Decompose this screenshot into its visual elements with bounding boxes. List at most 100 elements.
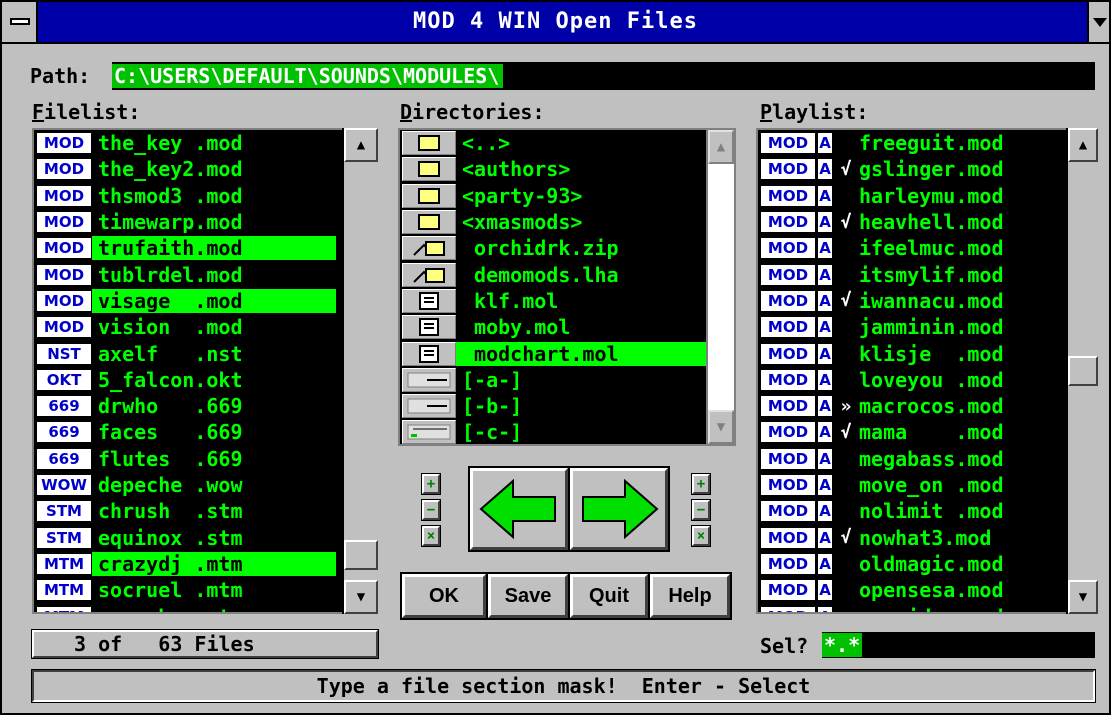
playlist-item[interactable]: MOD Aitsmylif.mod <box>758 262 1004 288</box>
add-right-button[interactable]: + <box>691 473 711 495</box>
path-field[interactable]: C:\USERS\DEFAULT\SOUNDS\MODULES\ <box>112 62 1095 90</box>
flag-badge: A <box>817 500 833 523</box>
file-list-item[interactable]: STM equinox .stm <box>34 525 243 551</box>
file-list-scroll-up-button[interactable]: ▲ <box>344 128 378 162</box>
minus-right-button[interactable]: − <box>691 499 711 521</box>
arrow-up-icon: ▲ <box>356 137 366 153</box>
playlist-item[interactable]: MOD Afreeguit.mod <box>758 130 1004 156</box>
file-type-badge: MOD <box>36 237 92 260</box>
playlist[interactable]: MOD Afreeguit.mod MOD A √ gslinger.mod MOD Ahar… <box>756 128 1068 614</box>
file-list-item[interactable]: MTMswesober.mtm <box>34 603 243 612</box>
playlist-scroll-thumb[interactable] <box>1068 356 1098 386</box>
help-button[interactable]: Help <box>648 572 732 620</box>
flag-badge: A <box>817 289 833 312</box>
directory-list-item[interactable]: [-a-] <box>400 367 522 393</box>
flag-badge: A <box>817 184 833 207</box>
playlist-item[interactable]: MOD A √ heavhell.mod <box>758 209 1004 235</box>
playlist-item[interactable]: MOD Aklisje .mod <box>758 340 1004 366</box>
flag-badge: A <box>817 316 833 339</box>
title-bar[interactable]: MOD 4 WIN Open Files <box>2 2 1109 44</box>
file-list-item[interactable]: MOD the_key2.mod <box>34 156 243 182</box>
file-name: 5_falcon.okt <box>98 367 243 392</box>
playlist-item[interactable]: MODAposeidon.mod <box>758 603 1004 612</box>
directories-label-text: irectories: <box>412 100 545 124</box>
file-type-badge: MTM <box>36 605 92 612</box>
directory-list-item[interactable]: <xmasmods> <box>400 209 582 235</box>
file-list-item[interactable]: MOD timewarp.mod <box>34 209 243 235</box>
file-list-item[interactable]: MOD vision .mod <box>34 314 243 340</box>
playlist-scrollbar[interactable]: ▲ ▼ <box>1066 128 1098 614</box>
playlist-item[interactable]: MOD Ajamminin.mod <box>758 314 1004 340</box>
file-list-item[interactable]: MOD trufaith.mod <box>34 235 336 261</box>
playlist-scroll-up-button[interactable]: ▲ <box>1068 128 1098 162</box>
directory-list-item[interactable]: moby.mol <box>400 314 570 340</box>
file-list-item[interactable]: MTM socruel .mtm <box>34 577 243 603</box>
directory-list-item[interactable]: orchidrk.zip <box>400 235 619 261</box>
directory-scroll-down-button[interactable]: ▼ <box>708 410 734 444</box>
directory-list-item[interactable]: [-c-] <box>400 419 522 444</box>
playlist-item[interactable]: MOD Amove_on .mod <box>758 472 1004 498</box>
playlist-item[interactable]: MOD Aopensesa.mod <box>758 577 1004 603</box>
playlist-item[interactable]: MOD Aoldmagic.mod <box>758 551 1004 577</box>
path-label: Path: <box>30 64 91 88</box>
directory-list-item[interactable]: <authors> <box>400 156 570 182</box>
directory-scroll-up-button[interactable]: ▲ <box>708 130 734 164</box>
playlist-item[interactable]: MOD Amegabass.mod <box>758 446 1004 472</box>
arrow-up-icon: ▲ <box>716 139 726 155</box>
playlist-item[interactable]: MOD Anolimit .mod <box>758 498 1004 524</box>
file-name: the_key .mod <box>98 131 243 156</box>
file-list-scrollbar[interactable]: ▲ ▼ <box>342 128 378 614</box>
minus-left-button[interactable]: − <box>421 499 441 521</box>
file-list-scroll-down-button[interactable]: ▼ <box>344 580 378 614</box>
directory-list-scrollbar[interactable]: ▲ ▼ <box>706 128 736 446</box>
file-name: heavhell.mod <box>859 210 1004 235</box>
file-type-badge: MOD <box>760 579 816 602</box>
file-list-item[interactable]: MTM crazydj .mtm <box>34 551 336 577</box>
quit-button[interactable]: Quit <box>568 572 650 620</box>
file-list-item[interactable]: MOD tublrdel.mod <box>34 262 243 288</box>
playlist-item[interactable]: MOD A √ gslinger.mod <box>758 156 1004 182</box>
minus-icon: − <box>426 502 436 518</box>
file-list[interactable]: MOD the_key .mod MOD the_key2.mod MOD thsmod3… <box>32 128 344 614</box>
file-list-item[interactable]: 669 faces .669 <box>34 419 243 445</box>
file-list-item[interactable]: MOD the_key .mod <box>34 130 243 156</box>
file-list-item[interactable]: STM chrush .stm <box>34 498 243 524</box>
playlist-item[interactable]: MOD A » macrocos.mod <box>758 393 1004 419</box>
file-list-scroll-thumb[interactable] <box>344 540 378 570</box>
directory-list-item[interactable]: <party-93> <box>400 183 582 209</box>
file-list-item[interactable]: OKT 5_falcon.okt <box>34 367 243 393</box>
folder-icon <box>402 131 456 156</box>
add-left-button[interactable]: + <box>421 473 441 495</box>
file-list-item[interactable]: MOD visage .mod <box>34 288 336 314</box>
file-type-badge: MOD <box>36 289 92 312</box>
playlist-item[interactable]: MOD Aharleymu.mod <box>758 183 1004 209</box>
move-right-button[interactable] <box>568 466 670 552</box>
playlist-item[interactable]: MOD A √ mama .mod <box>758 419 1004 445</box>
file-list-item[interactable]: MOD thsmod3 .mod <box>34 183 243 209</box>
directory-list-item[interactable]: <..> <box>400 130 510 156</box>
maximize-button[interactable] <box>1087 2 1109 42</box>
playlist-item[interactable]: MOD Aloveyou .mod <box>758 367 1004 393</box>
selection-mask-input[interactable]: *.* <box>822 632 1095 658</box>
file-list-item[interactable]: WOW depeche .wow <box>34 472 243 498</box>
arrow-down-icon: ▼ <box>1078 589 1088 605</box>
playlist-item[interactable]: MOD A √ iwannacu.mod <box>758 288 1004 314</box>
file-list-item[interactable]: 669 drwho .669 <box>34 393 243 419</box>
ok-button[interactable]: OK <box>400 572 488 620</box>
directory-list-item[interactable]: demomods.lha <box>400 262 619 288</box>
floppy-drive-icon <box>402 367 456 392</box>
file-list-item[interactable]: 669 flutes .669 <box>34 446 243 472</box>
playlist-item[interactable]: MOD A √ nowhat3.mod <box>758 525 991 551</box>
remove-left-button[interactable]: × <box>421 525 441 547</box>
file-list-item[interactable]: NST axelf .nst <box>34 340 243 366</box>
flag-badge: A <box>817 474 833 497</box>
playlist-scroll-down-button[interactable]: ▼ <box>1068 580 1098 614</box>
directory-list-item[interactable]: [-b-] <box>400 393 522 419</box>
move-left-button[interactable] <box>468 466 570 552</box>
directory-list-item[interactable]: modchart.mol <box>400 340 706 366</box>
directory-list[interactable]: <..> <authors> <party-93> <xmasmods> orchid… <box>398 128 708 446</box>
directory-list-item[interactable]: klf.mol <box>400 288 558 314</box>
save-button[interactable]: Save <box>486 572 570 620</box>
remove-right-button[interactable]: × <box>691 525 711 547</box>
playlist-item[interactable]: MOD Aifeelmuc.mod <box>758 235 1004 261</box>
